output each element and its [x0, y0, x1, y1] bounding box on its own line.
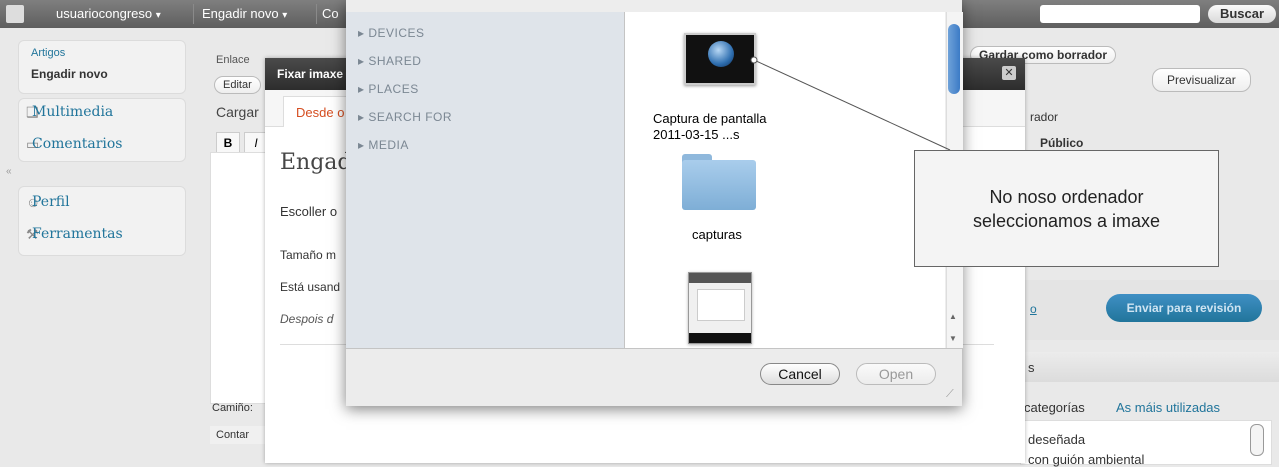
annotation-callout: No noso ordenador seleccionamos a imaxe	[914, 150, 1219, 267]
callout-text: No noso ordenador seleccionamos a imaxe	[915, 185, 1218, 233]
callout-line: No noso ordenador	[989, 187, 1144, 207]
callout-line: seleccionamos a imaxe	[972, 211, 1161, 231]
